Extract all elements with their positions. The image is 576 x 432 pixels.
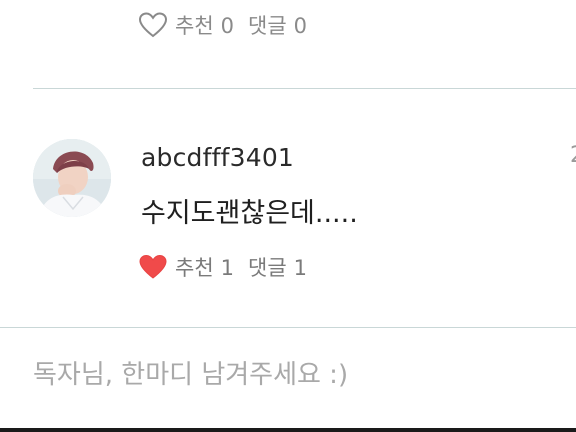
reply-label: 댓글 xyxy=(248,256,287,280)
comment-text: 수지도괜찮은데..... xyxy=(141,198,358,229)
reply-button[interactable]: 댓글 0 xyxy=(248,10,307,40)
reply-label: 댓글 xyxy=(248,14,287,38)
comment-actions: 추천 1 댓글 1 xyxy=(139,252,307,282)
comments-page: 추천0 댓글0 abcdfff3401 2 xyxy=(0,0,576,432)
reply-count: 1 xyxy=(293,256,308,280)
avatar[interactable] xyxy=(33,139,111,217)
reply-button[interactable]: 댓글 1 xyxy=(248,252,307,282)
recommend-button[interactable]: 추천 1 xyxy=(175,252,234,282)
heart-outline-icon[interactable] xyxy=(138,12,168,38)
input-divider xyxy=(0,327,576,328)
comment-username[interactable]: abcdfff3401 xyxy=(141,143,294,172)
recommend-label: 추천 xyxy=(175,256,214,280)
recommend-count: 0 xyxy=(220,14,235,38)
comment-divider xyxy=(33,88,576,89)
reply-input[interactable] xyxy=(33,360,553,390)
bottom-edge xyxy=(0,428,576,432)
recommend-count: 1 xyxy=(220,256,235,280)
avatar-image xyxy=(33,139,111,217)
recommend-label: 추천 xyxy=(175,14,214,38)
previous-comment-actions: 추천 0 댓글 0 xyxy=(138,10,307,40)
comment-date: 2 xyxy=(570,143,576,168)
recommend-button[interactable]: 추천 0 xyxy=(175,10,234,40)
reply-count: 0 xyxy=(293,14,308,38)
heart-filled-icon[interactable] xyxy=(139,254,167,280)
